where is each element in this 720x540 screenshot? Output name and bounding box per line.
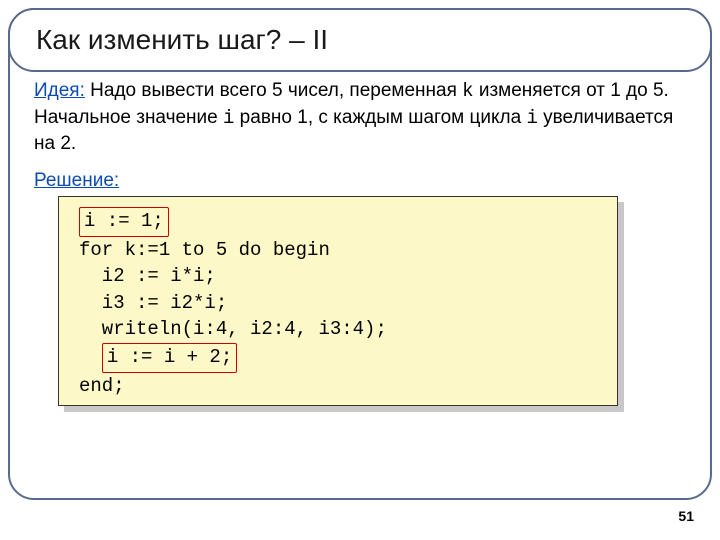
solution-label: Решение: [34, 170, 686, 192]
code-line-3: i2 := i*i; [79, 265, 216, 287]
idea-paragraph: Идея: Надо вывести всего 5 чисел, переме… [34, 78, 686, 158]
code-line-7: end; [79, 375, 125, 397]
idea-text-1: Надо вывести всего 5 чисел, переменная [85, 80, 462, 101]
slide-frame: Как изменить шаг? – II Идея: Надо вывест… [8, 8, 712, 500]
slide-body: Идея: Надо вывести всего 5 чисел, переме… [34, 78, 686, 194]
idea-label: Идея: [34, 80, 85, 101]
code-line-1-highlight: i := 1; [79, 207, 169, 237]
code-line-2: for k:=1 to 5 do begin [79, 239, 330, 261]
code-line-5: writeln(i:4, i2:4, i3:4); [79, 318, 387, 340]
code-line-6-highlight: i := i + 2; [102, 343, 237, 373]
idea-var-i2: i [526, 107, 537, 129]
slide-title: Как изменить шаг? – II [36, 24, 684, 56]
idea-var-k: k [462, 80, 473, 102]
code-line-4: i3 := i2*i; [79, 292, 227, 314]
idea-var-i: i [223, 107, 234, 129]
title-container: Как изменить шаг? – II [8, 8, 712, 72]
idea-text-3: равно 1, с каждым шагом цикла [234, 107, 526, 128]
code-box: i := 1; for k:=1 to 5 do begin i2 := i*i… [58, 196, 618, 406]
page-number: 51 [678, 508, 694, 524]
